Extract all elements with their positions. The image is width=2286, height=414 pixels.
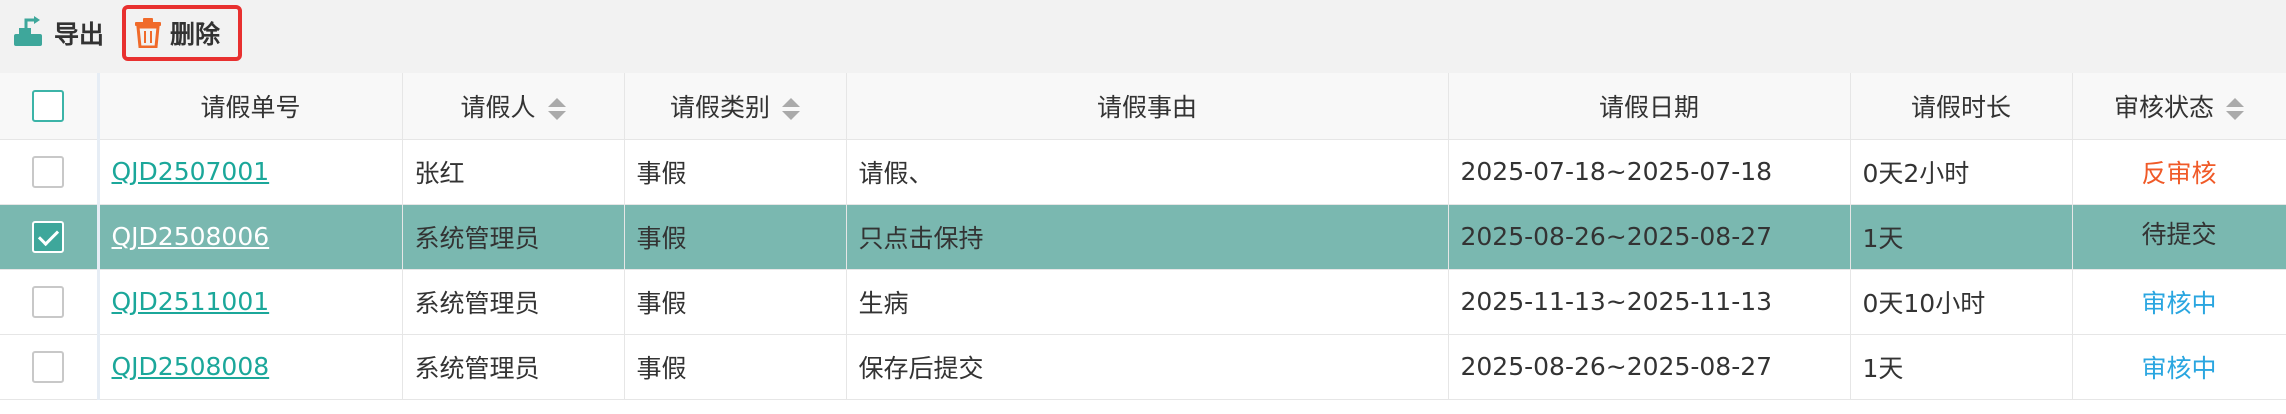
leave-no-link[interactable]: QJD2507001	[112, 157, 270, 186]
person-cell: 系统管理员	[402, 269, 625, 335]
person-cell: 系统管理员	[402, 204, 625, 270]
sort-icon[interactable]	[2226, 97, 2244, 120]
trash-icon	[135, 18, 161, 48]
table-row[interactable]: QJD2508008 系统管理员 事假 保存后提交 2025-08-26~202…	[0, 334, 2286, 400]
reason-cell: 只点击保持	[846, 204, 1449, 270]
date-cell: 2025-11-13~2025-11-13	[1448, 269, 1851, 335]
status-badge: 审核中	[2072, 334, 2286, 400]
type-cell: 事假	[624, 334, 847, 400]
duration-cell: 0天10小时	[1850, 269, 2073, 335]
status-badge: 审核中	[2072, 269, 2286, 335]
row-checkbox[interactable]	[32, 350, 65, 383]
table-row[interactable]: QJD2511001 系统管理员 事假 生病 2025-11-13~2025-1…	[0, 269, 2286, 335]
type-cell: 事假	[624, 269, 847, 335]
export-label: 导出	[54, 20, 105, 49]
row-checkbox[interactable]	[32, 220, 65, 253]
table-row[interactable]: QJD2507001 张红 事假 请假、 2025-07-18~2025-07-…	[0, 139, 2286, 205]
table-row[interactable]: QJD2508006 系统管理员 事假 只点击保持 2025-08-26~202…	[0, 204, 2286, 270]
date-cell: 2025-08-26~2025-08-27	[1448, 334, 1851, 400]
reason-cell: 生病	[846, 269, 1449, 335]
header-reason[interactable]: 请假事由	[846, 73, 1449, 140]
date-cell: 2025-07-18~2025-07-18	[1448, 139, 1851, 205]
leave-no-link[interactable]: QJD2508006	[112, 222, 270, 251]
duration-cell: 1天	[1850, 204, 2073, 270]
sort-icon[interactable]	[547, 97, 566, 120]
header-person[interactable]: 请假人	[402, 73, 625, 140]
header-type[interactable]: 请假类别	[624, 73, 847, 140]
row-checkbox[interactable]	[32, 285, 65, 318]
status-badge: 反审核	[2072, 139, 2286, 205]
header-duration[interactable]: 请假时长	[1850, 73, 2073, 140]
type-cell: 事假	[624, 204, 847, 270]
duration-cell: 0天2小时	[1850, 139, 2073, 205]
person-cell: 系统管理员	[402, 334, 625, 400]
person-cell: 张红	[402, 139, 625, 205]
status-badge: 待提交	[2072, 204, 2286, 270]
leave-request-table: 请假单号 请假人 请假类别 请假事由 请假日期 请假时长 审核状态 QJD250…	[0, 73, 2286, 400]
leave-no-link[interactable]: QJD2511001	[112, 287, 270, 316]
export-icon	[14, 16, 42, 46]
header-date[interactable]: 请假日期	[1448, 73, 1851, 140]
export-button[interactable]: 导出	[12, 8, 104, 58]
reason-cell: 请假、	[846, 139, 1449, 205]
reason-cell: 保存后提交	[846, 334, 1449, 400]
sort-icon[interactable]	[782, 97, 800, 120]
table-header-row: 请假单号 请假人 请假类别 请假事由 请假日期 请假时长 审核状态	[0, 73, 2286, 140]
leave-no-link[interactable]: QJD2508008	[112, 352, 270, 381]
type-cell: 事假	[624, 139, 847, 205]
toolbar: 导出 删除	[0, 0, 2286, 74]
delete-button[interactable]: 删除	[122, 5, 243, 61]
row-checkbox[interactable]	[32, 155, 65, 188]
header-status[interactable]: 审核状态	[2072, 73, 2286, 140]
duration-cell: 1天	[1850, 334, 2073, 400]
header-leave-no[interactable]: 请假单号	[98, 73, 403, 140]
date-cell: 2025-08-26~2025-08-27	[1448, 204, 1851, 270]
select-all-cell	[0, 73, 100, 140]
select-all-checkbox[interactable]	[32, 89, 65, 122]
delete-label: 删除	[170, 20, 221, 49]
